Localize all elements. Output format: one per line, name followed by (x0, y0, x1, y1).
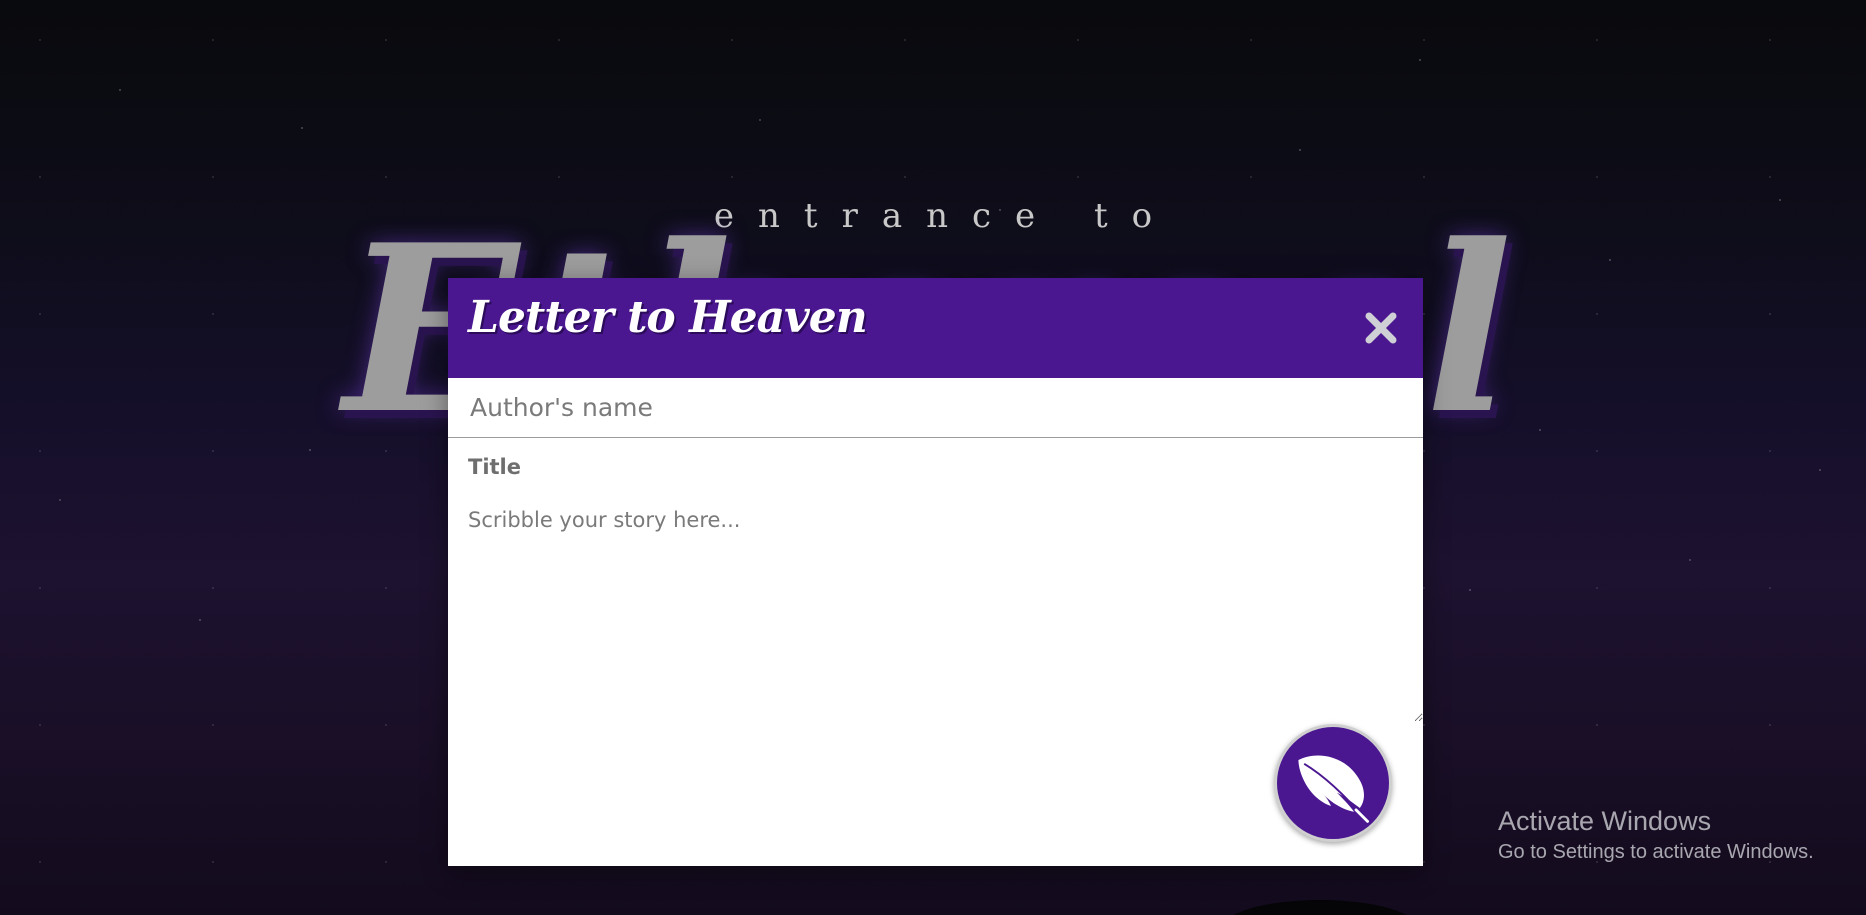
story-textarea[interactable] (448, 496, 1423, 722)
watermark-subtitle: Go to Settings to activate Windows. (1498, 841, 1814, 864)
feather-quill-icon (1298, 755, 1369, 823)
story-modal: Letter to Heaven (448, 278, 1423, 866)
windows-activation-watermark: Activate Windows Go to Settings to activ… (1498, 805, 1814, 864)
story-title-input[interactable] (448, 438, 1423, 496)
modal-header: Letter to Heaven (448, 278, 1423, 378)
author-name-input[interactable] (448, 378, 1423, 438)
submit-story-button[interactable] (1274, 724, 1392, 842)
close-icon (1365, 312, 1397, 344)
watermark-title: Activate Windows (1498, 806, 1712, 836)
close-button[interactable] (1361, 308, 1401, 348)
modal-title: Letter to Heaven (468, 292, 868, 343)
